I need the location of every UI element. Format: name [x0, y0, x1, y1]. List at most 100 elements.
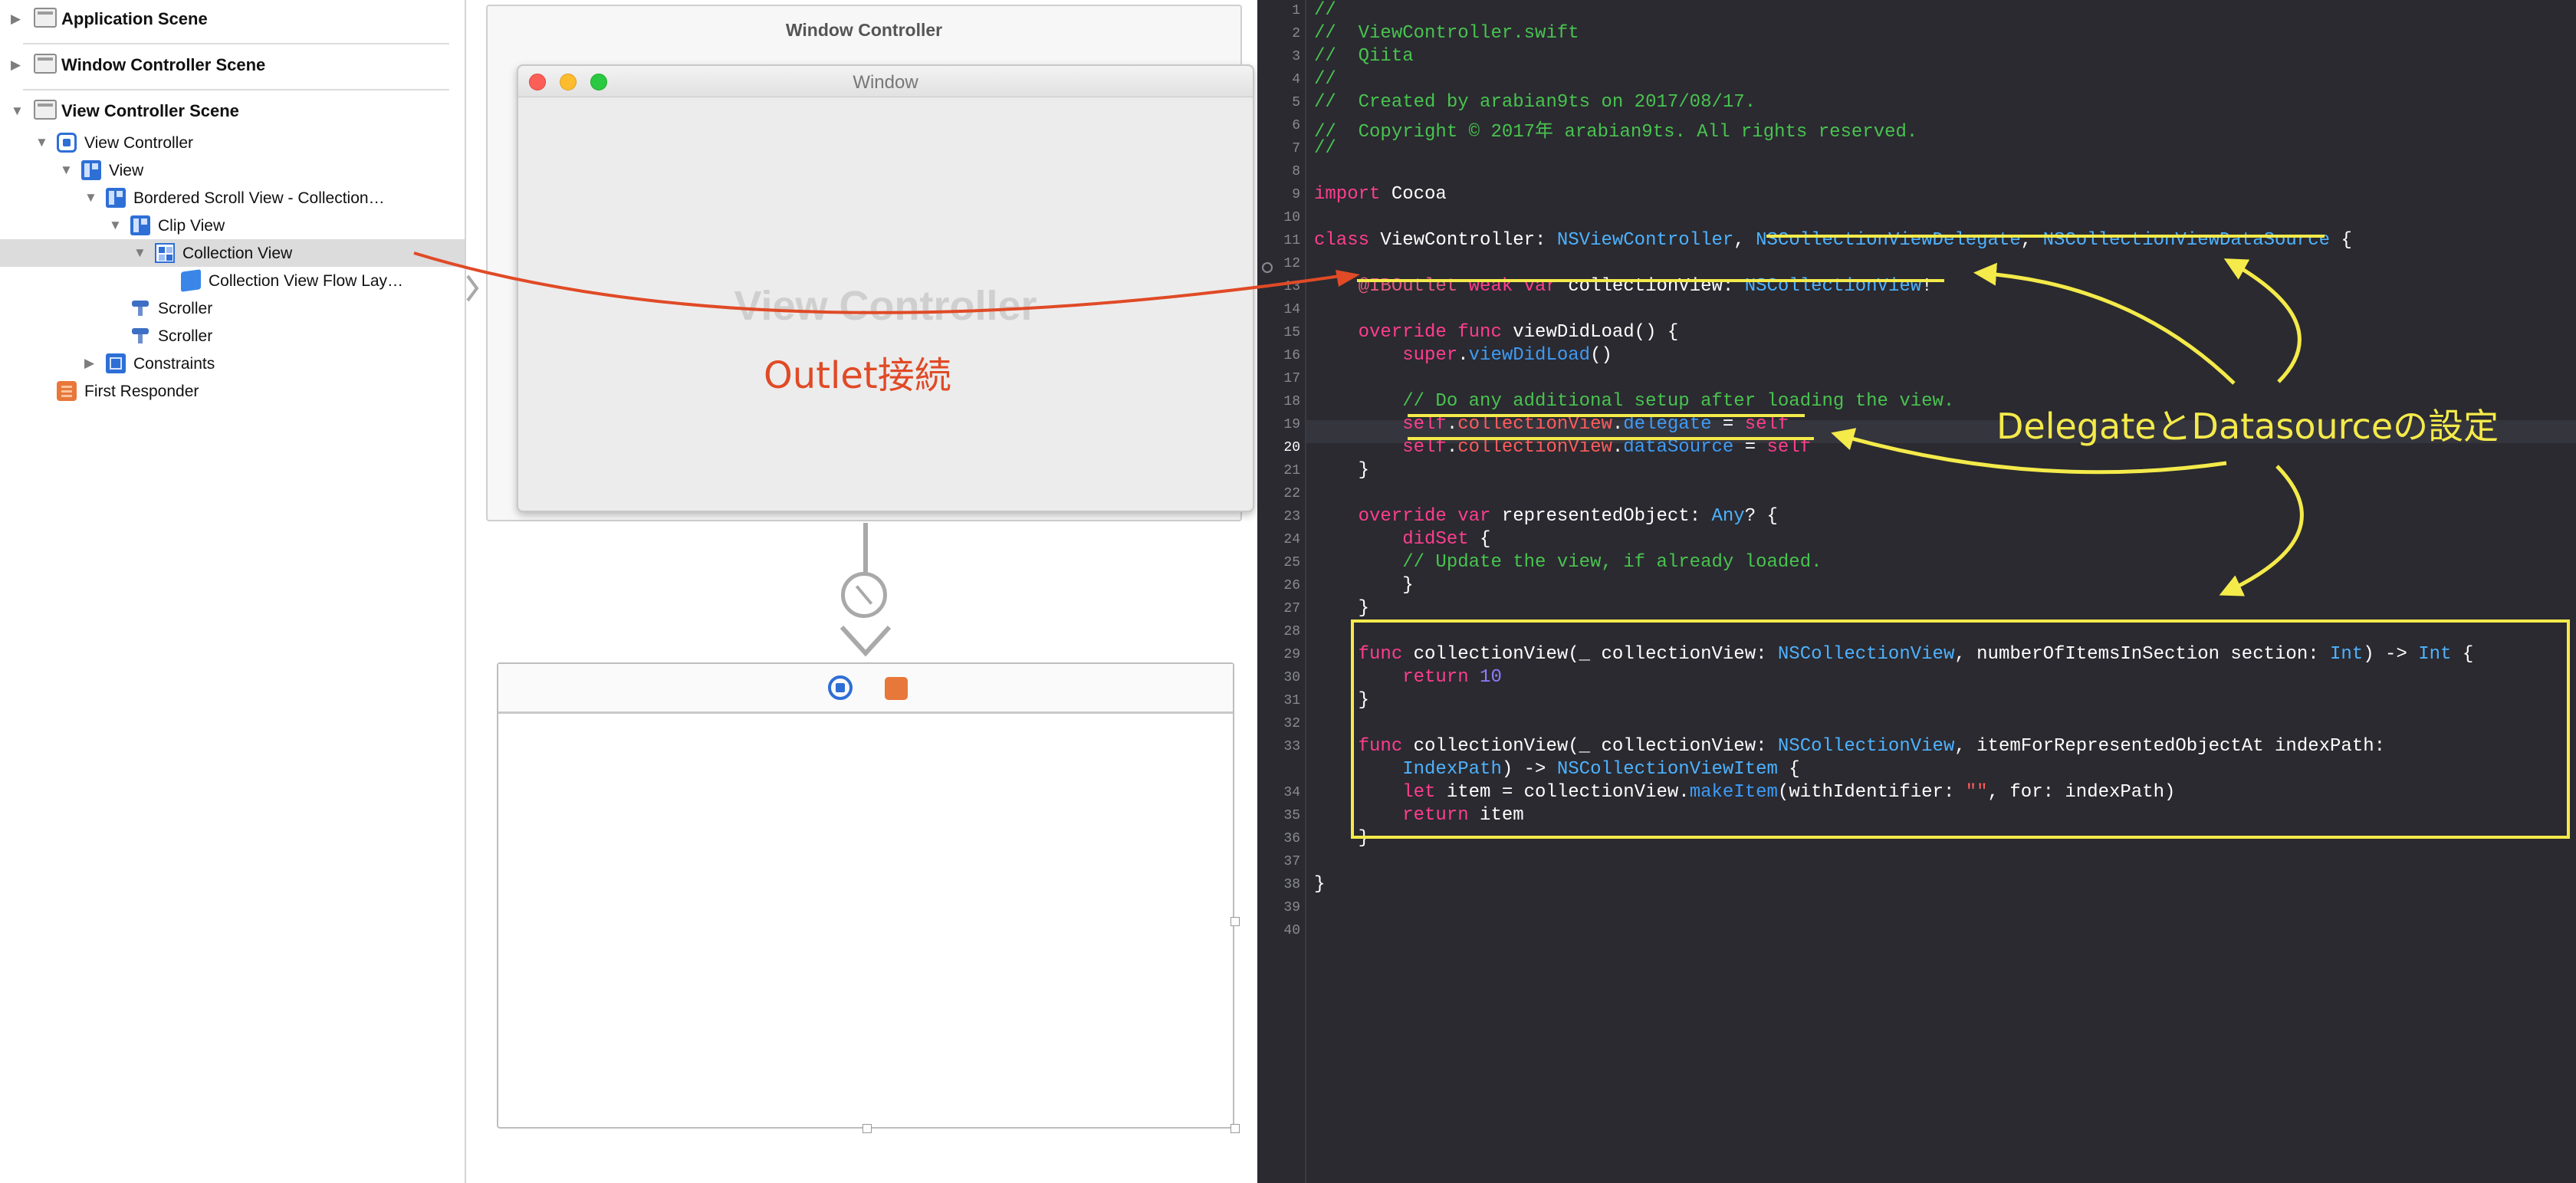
- segue-arrow-icon: [840, 625, 892, 657]
- view-controller-icon[interactable]: [828, 675, 853, 700]
- disclosure-collapsed-icon[interactable]: ▶: [11, 12, 21, 27]
- code-line[interactable]: import Cocoa: [1314, 184, 1447, 205]
- code-line[interactable]: // Qiita: [1314, 46, 1414, 67]
- line-number[interactable]: 38: [1257, 877, 1300, 892]
- code-line[interactable]: //: [1314, 138, 1336, 159]
- line-number[interactable]: 7: [1257, 141, 1300, 156]
- line-number[interactable]: 13: [1257, 279, 1300, 294]
- code-line[interactable]: //: [1314, 0, 1336, 21]
- line-number[interactable]: 30: [1257, 670, 1300, 685]
- tree-item-flow-layout[interactable]: Collection View Flow Lay…: [0, 267, 465, 294]
- line-number[interactable]: 27: [1257, 601, 1300, 616]
- divider: [23, 89, 449, 90]
- disclosure-expanded-icon[interactable]: ▼: [60, 163, 73, 178]
- line-number[interactable]: 18: [1257, 394, 1300, 409]
- line-number[interactable]: 29: [1257, 647, 1300, 662]
- code-line[interactable]: override var representedObject: Any? {: [1314, 506, 1778, 527]
- line-number[interactable]: 40: [1257, 923, 1300, 938]
- tree-item-view[interactable]: ▼ View: [0, 156, 465, 184]
- line-number-gutter[interactable]: 1 2 3 4 5 6 7 8 9 10 11 12 13 14 15 16 17 18 19 20 21 22 23 24 2…: [1257, 0, 1306, 1183]
- line-number[interactable]: 26: [1257, 578, 1300, 593]
- resize-handle[interactable]: [1230, 1124, 1240, 1133]
- tree-item-first-responder[interactable]: First Responder: [0, 377, 465, 405]
- line-number[interactable]: 12: [1257, 256, 1300, 271]
- line-number[interactable]: 10: [1257, 210, 1300, 225]
- line-number[interactable]: 22: [1257, 486, 1300, 501]
- code-line[interactable]: //: [1314, 69, 1336, 90]
- line-number[interactable]: 24: [1257, 532, 1300, 547]
- disclosure-expanded-icon[interactable]: ▼: [35, 135, 48, 150]
- window-controller-scene[interactable]: Window Controller Window View Controller: [486, 5, 1254, 521]
- first-responder-icon[interactable]: [885, 677, 908, 700]
- scene-row-application[interactable]: ▶ Application Scene: [0, 0, 465, 38]
- line-number[interactable]: 2: [1257, 26, 1300, 41]
- tree-item-scroller[interactable]: Scroller: [0, 294, 465, 322]
- tree-item-label: Clip View: [158, 217, 225, 235]
- storyboard-canvas[interactable]: Window Controller Window View Controller: [466, 0, 1257, 1183]
- disclosure-expanded-icon[interactable]: ▼: [109, 218, 122, 233]
- tree-item-collection-view[interactable]: ▼ Collection View: [0, 239, 465, 267]
- line-number[interactable]: 25: [1257, 555, 1300, 570]
- line-number[interactable]: 35: [1257, 808, 1300, 823]
- tree-item-bordered-scroll-view[interactable]: ▼ Bordered Scroll View - Collection…: [0, 184, 465, 212]
- line-number[interactable]: 34: [1257, 785, 1300, 800]
- code-editor[interactable]: 1 2 3 4 5 6 7 8 9 10 11 12 13 14 15 16 17 18 19 20 21 22 23 24 2…: [1257, 0, 2576, 1183]
- line-number[interactable]: 31: [1257, 693, 1300, 708]
- line-number[interactable]: 32: [1257, 716, 1300, 731]
- line-number[interactable]: 28: [1257, 624, 1300, 639]
- line-number[interactable]: 4: [1257, 72, 1300, 87]
- code-line[interactable]: }: [1314, 874, 1325, 895]
- line-number[interactable]: 5: [1257, 95, 1300, 110]
- code-line[interactable]: super.viewDidLoad(): [1314, 345, 1612, 366]
- line-number[interactable]: 11: [1257, 233, 1300, 248]
- line-number[interactable]: 6: [1257, 118, 1300, 133]
- segue-relationship-icon[interactable]: [841, 572, 887, 618]
- code-line[interactable]: // Update the view, if already loaded.: [1314, 552, 1822, 573]
- tree-item-view-controller[interactable]: ▼ View Controller: [0, 129, 465, 156]
- line-number[interactable]: 19: [1257, 417, 1300, 432]
- resize-handle[interactable]: [1230, 917, 1240, 926]
- disclosure-collapsed-icon[interactable]: ▶: [11, 58, 21, 73]
- line-number[interactable]: 14: [1257, 302, 1300, 317]
- line-number[interactable]: 37: [1257, 854, 1300, 869]
- window-preview[interactable]: Window View Controller: [517, 64, 1254, 512]
- outlet-underline: [1357, 279, 1944, 282]
- tree-item-scroller[interactable]: Scroller: [0, 322, 465, 350]
- code-line[interactable]: // ViewController.swift: [1314, 23, 1579, 44]
- resize-handle[interactable]: [863, 1124, 872, 1133]
- line-number[interactable]: 33: [1257, 739, 1300, 754]
- code-line[interactable]: self.collectionView.dataSource = self: [1314, 437, 1811, 458]
- line-number[interactable]: 36: [1257, 831, 1300, 846]
- line-number[interactable]: 9: [1257, 187, 1300, 202]
- line-number[interactable]: 3: [1257, 49, 1300, 64]
- code-line[interactable]: }: [1314, 460, 1369, 481]
- code-line[interactable]: override func viewDidLoad() {: [1314, 322, 1679, 343]
- line-number[interactable]: 1: [1257, 3, 1300, 18]
- scene-row-window-controller[interactable]: ▶ Window Controller Scene: [0, 46, 465, 84]
- tree-item-constraints[interactable]: ▶ Constraints: [0, 350, 465, 377]
- code-line[interactable]: class ViewController: NSViewController, …: [1314, 230, 2352, 251]
- scene-row-view-controller[interactable]: ▼ View Controller Scene: [0, 92, 465, 130]
- tree-item-label: View Controller: [84, 134, 194, 152]
- line-number[interactable]: 15: [1257, 325, 1300, 340]
- line-number[interactable]: 20: [1257, 440, 1300, 455]
- code-line[interactable]: }: [1314, 598, 1369, 619]
- line-number[interactable]: 21: [1257, 463, 1300, 478]
- disclosure-expanded-icon[interactable]: ▼: [11, 104, 24, 119]
- disclosure-collapsed-icon[interactable]: ▶: [84, 356, 94, 371]
- code-line[interactable]: }: [1314, 575, 1413, 596]
- code-line[interactable]: // Do any additional setup after loading…: [1314, 391, 1954, 412]
- view-controller-scene[interactable]: [497, 662, 1240, 1133]
- code-line[interactable]: didSet {: [1314, 529, 1490, 550]
- line-number[interactable]: 23: [1257, 509, 1300, 524]
- line-number[interactable]: 16: [1257, 348, 1300, 363]
- tree-item-clip-view[interactable]: ▼ Clip View: [0, 212, 465, 239]
- disclosure-expanded-icon[interactable]: ▼: [133, 245, 146, 261]
- code-line[interactable]: // Created by arabian9ts on 2017/08/17.: [1314, 92, 1756, 113]
- line-number[interactable]: 8: [1257, 164, 1300, 179]
- line-number[interactable]: 17: [1257, 371, 1300, 386]
- disclosure-expanded-icon[interactable]: ▼: [84, 190, 97, 205]
- code-line[interactable]: // Copyright © 2017年 arabian9ts. All rig…: [1314, 115, 1917, 143]
- line-number[interactable]: 39: [1257, 900, 1300, 915]
- code-line[interactable]: self.collectionView.delegate = self: [1314, 414, 1789, 435]
